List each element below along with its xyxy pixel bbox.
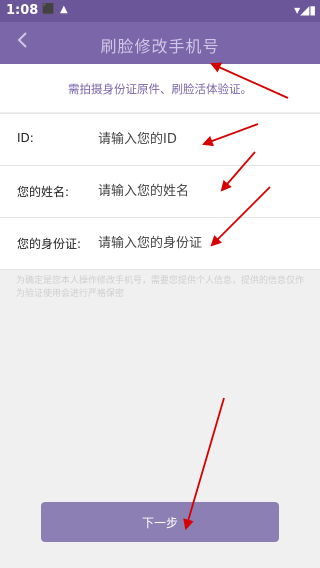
name-label: 您的姓名:: [17, 185, 70, 199]
form-row-id: ID:: [0, 113, 320, 165]
id-label: ID:: [17, 131, 34, 145]
privacy-hint: 为确定是您本人操作修改手机号，需要您提供个人信息，提供的信息仅作为验证使用会进行…: [16, 276, 305, 299]
notification-icon: ⬛: [42, 4, 55, 15]
id-card-input[interactable]: [98, 232, 308, 254]
notice-panel: 需拍摄身份证原件、刷脸活体验证。: [0, 64, 320, 112]
status-time: 1:08: [6, 3, 39, 18]
id-input[interactable]: [98, 128, 308, 150]
form-row-id-card: 您的身份证:: [0, 217, 320, 270]
form-row-name: 您的姓名:: [0, 165, 320, 217]
next-step-button[interactable]: 下一步: [41, 502, 279, 542]
status-bar: 1:08 ⬛ ▲ ▾◢▮: [0, 0, 320, 22]
signal-battery-icon: ▾◢▮: [294, 3, 316, 17]
app-icon: ▲: [60, 4, 68, 15]
name-input[interactable]: [98, 180, 308, 202]
id-card-label: 您的身份证:: [17, 237, 82, 251]
notice-text: 需拍摄身份证原件、刷脸活体验证。: [68, 82, 252, 96]
page-title: 刷脸修改手机号: [100, 37, 220, 56]
app-bar: 刷脸修改手机号: [0, 22, 320, 64]
